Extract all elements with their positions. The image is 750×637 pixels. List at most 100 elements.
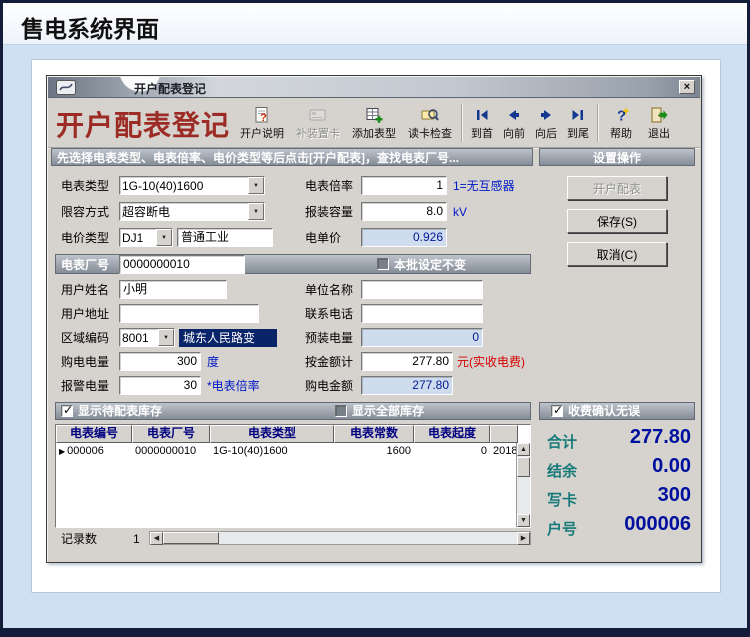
price-type-name-field: 普通工业	[177, 228, 273, 247]
cancel-button[interactable]: 取消(C)	[567, 242, 667, 266]
toolbar-button-add-meter-type[interactable]: 添加表型	[346, 100, 402, 146]
toolbar-button-next[interactable]: 向后	[530, 100, 562, 146]
toolbar-button-label: 到尾	[567, 127, 589, 140]
alarm-qty-label: 报警电量	[61, 379, 110, 393]
chevron-down-icon[interactable]	[158, 329, 174, 346]
user-name-input[interactable]: 小明	[119, 280, 227, 299]
scroll-up-icon[interactable]	[517, 443, 530, 456]
scroll-down-icon[interactable]	[517, 514, 530, 527]
show-pending-stock-label: 显示待配表库存	[78, 404, 163, 418]
toolbar: 开户配表登记 ? 开户说明 补装置卡 添加表型 读卡检查 到首 向前 向后 到尾…	[48, 98, 700, 148]
toolbar-button-read-card-check[interactable]: 读卡检查	[402, 100, 458, 146]
settings-bar-title: 设置操作	[592, 150, 641, 165]
close-icon[interactable]: ×	[679, 80, 695, 94]
table-row[interactable]: 000006 0000000010 1G-10(40)1600 1600 0 2…	[56, 443, 530, 460]
meter-type-select[interactable]: 1G-10(40)1600	[119, 176, 265, 195]
user-address-input[interactable]	[119, 304, 259, 323]
region-name-highlight: 城东人民路变	[179, 329, 277, 347]
contact-phone-input[interactable]	[361, 304, 483, 323]
meter-ratio-input[interactable]: 1	[361, 176, 447, 195]
cell-meter-type: 1G-10(40)1600	[213, 445, 288, 457]
chevron-down-icon[interactable]	[248, 203, 264, 220]
toolbar-button-last[interactable]: 到尾	[562, 100, 594, 146]
cell-date: 2018-	[493, 445, 518, 457]
amount-calc-label: 按金额计	[305, 355, 354, 369]
page-title: 售电系统界面	[21, 16, 159, 42]
last-icon	[569, 106, 587, 124]
scroll-left-icon[interactable]	[150, 532, 163, 545]
svg-text:?: ?	[617, 107, 626, 124]
purchase-amount-label: 购电金额	[305, 379, 354, 393]
toolbar-button-label: 帮助	[610, 127, 632, 140]
meter-ratio-label: 电表倍率	[305, 179, 354, 193]
next-icon	[537, 106, 555, 124]
card-icon	[309, 106, 327, 124]
toolbar-button-label: 向前	[503, 127, 525, 140]
cell-meter-start: 0	[480, 445, 487, 457]
toolbar-button-label: 到首	[471, 127, 493, 140]
table-header: 电表厂号	[132, 425, 210, 443]
capacity-mode-select[interactable]: 超容断电	[119, 202, 265, 221]
purchase-qty-input[interactable]: 300	[119, 352, 201, 371]
table-horizontal-scrollbar[interactable]	[149, 531, 531, 545]
read-card-icon	[421, 106, 439, 124]
toolbar-button-prev[interactable]: 向前	[498, 100, 530, 146]
region-code-select[interactable]: 8001	[119, 328, 175, 347]
meter-type-label: 电表类型	[61, 179, 110, 193]
toolbar-button-help[interactable]: ? 帮助	[602, 100, 640, 146]
toolbar-button-label: 向后	[535, 127, 557, 140]
show-all-stock-checkbox[interactable]	[335, 405, 347, 417]
alarm-qty-note: *电表倍率	[207, 379, 260, 393]
scrollbar-thumb[interactable]	[163, 532, 219, 544]
show-pending-stock-checkbox[interactable]	[61, 403, 73, 417]
capacity-mode-value: 超容断电	[122, 205, 171, 219]
toolbar-button-exit[interactable]: 退出	[640, 100, 678, 146]
toolbar-separator	[597, 104, 599, 142]
alarm-qty-input[interactable]: 30	[119, 376, 201, 395]
toolbar-button-open-help[interactable]: ? 开户说明	[234, 100, 290, 146]
cell-factory-number: 0000000010	[135, 445, 197, 457]
scrollbar-thumb[interactable]	[517, 457, 530, 477]
table-header: 电表编号	[56, 425, 132, 443]
batch-fixed-checkbox[interactable]	[377, 258, 389, 270]
install-capacity-label: 报装容量	[305, 205, 354, 219]
table-vertical-scrollbar[interactable]	[516, 443, 530, 527]
toolbar-separator	[461, 104, 463, 142]
meter-stock-table: 电表编号 电表厂号 电表类型 电表常数 电表起度 000006 00000000…	[55, 424, 531, 528]
unit-name-label: 单位名称	[305, 283, 354, 297]
prev-icon	[505, 106, 523, 124]
exit-icon	[650, 106, 668, 124]
toolbar-button-label: 补装置卡	[296, 127, 340, 140]
total-value: 277.80	[629, 426, 691, 448]
install-capacity-input[interactable]: 8.0	[361, 202, 447, 221]
chevron-down-icon[interactable]	[248, 177, 264, 194]
cell-meter-number: 000006	[56, 443, 132, 460]
toolbar-button-first[interactable]: 到首	[466, 100, 498, 146]
purchase-qty-note: 度	[207, 355, 220, 369]
show-all-stock-label: 显示全部库存	[352, 404, 425, 418]
meter-ratio-note: 1=无互感器	[453, 179, 515, 193]
table-header	[490, 425, 518, 443]
price-type-select[interactable]: DJ1	[119, 228, 173, 247]
batch-fixed-label: 本批设定不变	[394, 258, 467, 272]
chevron-down-icon[interactable]	[156, 229, 172, 246]
fee-confirm-label: 收费确认无误	[568, 404, 641, 418]
factory-number-field[interactable]: 0000000010	[119, 255, 245, 274]
save-button[interactable]: 保存(S)	[567, 209, 667, 233]
unit-name-input[interactable]	[361, 280, 483, 299]
price-type-value: DJ1	[122, 231, 144, 245]
window-titlebar[interactable]: 开户配表登记 ×	[48, 77, 700, 98]
meter-type-value: 1G-10(40)1600	[122, 179, 204, 193]
preset-qty-field: 0	[361, 328, 483, 347]
record-count-value: 1	[133, 532, 140, 546]
amount-calc-note: 元(实收电费)	[457, 355, 525, 369]
table-header-row: 电表编号 电表厂号 电表类型 电表常数 电表起度	[56, 425, 530, 443]
cell-meter-constant: 1600	[386, 445, 411, 457]
amount-calc-input[interactable]: 277.80	[361, 352, 453, 371]
fee-confirm-checkbox[interactable]	[551, 403, 563, 417]
price-type-label: 电价类型	[61, 231, 110, 245]
toolbar-button-label: 添加表型	[352, 127, 396, 140]
add-meter-icon	[365, 106, 383, 124]
toolbar-button-label: 退出	[648, 127, 670, 140]
scroll-right-icon[interactable]	[517, 532, 530, 545]
